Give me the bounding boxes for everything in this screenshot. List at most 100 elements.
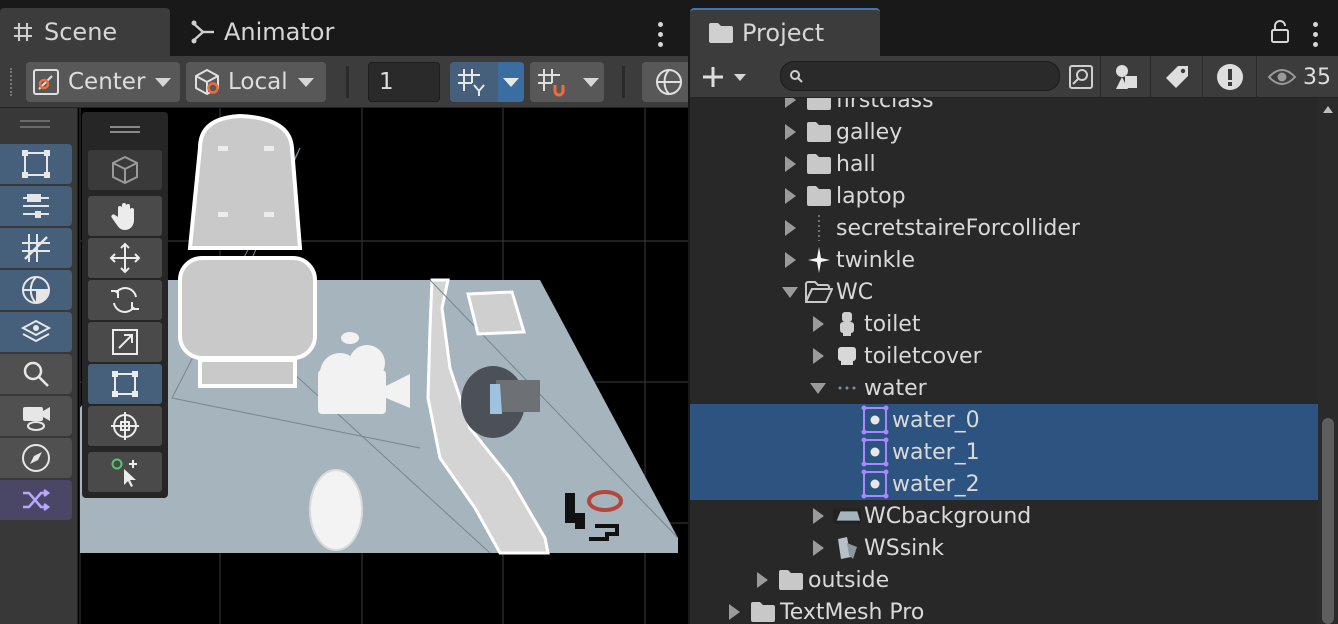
folder-icon xyxy=(805,180,833,212)
search-by-window-button[interactable] xyxy=(1062,56,1100,98)
rect-tool-button[interactable] xyxy=(88,364,162,404)
grid-snap-overlay-button[interactable] xyxy=(0,228,72,268)
chevron-right-icon[interactable] xyxy=(780,148,800,180)
chevron-down-icon[interactable] xyxy=(780,276,800,308)
move-tool-button[interactable] xyxy=(88,238,162,278)
create-asset-button[interactable] xyxy=(700,62,756,92)
transform-tool-button[interactable] xyxy=(88,406,162,446)
grid-snap-dropdown[interactable] xyxy=(498,62,524,102)
chevron-right-icon[interactable] xyxy=(724,596,744,624)
scroll-thumb[interactable] xyxy=(1322,418,1334,624)
tree-row-laptop[interactable]: laptop xyxy=(690,180,1318,212)
increment-snap-icon xyxy=(536,67,568,97)
chevron-right-icon[interactable] xyxy=(808,340,828,372)
tree-row-label: water_0 xyxy=(892,407,980,433)
filter-by-type-button[interactable] xyxy=(1100,56,1150,98)
open-in-search-window-icon xyxy=(1069,65,1093,89)
tree-row-label: secretstaireForcollider xyxy=(836,215,1080,241)
pivot-rotation-label: Local xyxy=(228,69,288,95)
plus-icon xyxy=(703,67,723,87)
chevron-right-icon[interactable] xyxy=(780,244,800,276)
shading-mode-button[interactable] xyxy=(642,62,688,102)
tag-icon xyxy=(1165,66,1188,88)
tree-row-label: firstclass xyxy=(836,98,934,113)
cube-icon xyxy=(112,155,138,185)
tree-row-secretstaireforcollider[interactable]: secretstaireForcollider xyxy=(690,212,1318,244)
tree-row-hall[interactable]: hall xyxy=(690,148,1318,180)
tree-row-toiletcover[interactable]: toiletcover xyxy=(690,340,1318,372)
project-more-menu-icon[interactable] xyxy=(1310,22,1320,47)
tree-row-wssink[interactable]: WSsink xyxy=(690,532,1318,564)
wcbackground-sprite-icon xyxy=(833,500,861,532)
chevron-right-icon[interactable] xyxy=(808,308,828,340)
search-input[interactable] xyxy=(811,64,1051,88)
view-2d-button[interactable] xyxy=(88,150,162,190)
increment-snap-dropdown[interactable] xyxy=(578,62,604,102)
tab-animator[interactable]: Animator xyxy=(188,8,334,56)
hand-tool-button[interactable] xyxy=(88,196,162,236)
search-overlay-button[interactable] xyxy=(0,354,72,394)
chevron-down-icon xyxy=(734,73,746,81)
chevron-right-icon[interactable] xyxy=(780,180,800,212)
grid-snap-button[interactable] xyxy=(450,62,524,102)
tree-row-wcbackground[interactable]: WCbackground xyxy=(690,500,1318,532)
tab-project[interactable]: Project xyxy=(690,8,880,56)
chevron-down-icon[interactable] xyxy=(808,372,828,404)
pivot-rotation-dropdown[interactable]: Local xyxy=(186,62,326,102)
shapes-icon xyxy=(1115,65,1137,89)
scale-icon xyxy=(112,329,138,355)
grid-snap-icon xyxy=(456,67,488,97)
scene-more-menu-icon[interactable] xyxy=(655,22,665,47)
tree-row-water[interactable]: water xyxy=(690,372,1318,404)
sprite-asset-icon xyxy=(861,468,889,500)
orientation-overlay-button[interactable] xyxy=(0,270,72,310)
tree-row-textmesh-pro[interactable]: TextMesh Pro xyxy=(690,596,1318,624)
hidden-packages-button[interactable]: 35 xyxy=(1256,56,1338,98)
chevron-right-icon[interactable] xyxy=(780,212,800,244)
chevron-right-icon[interactable] xyxy=(752,564,772,596)
tree-scrollbar[interactable] xyxy=(1318,98,1338,624)
tree-row-water-1[interactable]: water_1 xyxy=(690,436,1318,468)
tree-row-firstclass[interactable]: firstclass xyxy=(690,98,1318,116)
chevron-right-icon[interactable] xyxy=(780,116,800,148)
grid-snapping-icon xyxy=(22,234,50,262)
layers-overlay-button[interactable] xyxy=(0,312,72,352)
custom-tool-button[interactable] xyxy=(88,452,162,492)
rect-overlay-button[interactable] xyxy=(0,144,72,184)
chevron-right-icon[interactable] xyxy=(808,500,828,532)
console-errors-button[interactable] xyxy=(1202,56,1256,98)
chevron-right-icon[interactable] xyxy=(780,98,800,116)
scene-toolbar: Center Local 1 xyxy=(0,56,688,108)
tree-row-toilet[interactable]: toilet xyxy=(690,308,1318,340)
tree-row-galley[interactable]: galley xyxy=(690,116,1318,148)
scene-tool-column xyxy=(0,108,78,624)
rotate-tool-button[interactable] xyxy=(88,280,162,320)
toolbar-divider xyxy=(346,66,349,98)
toolbar-grip-icon xyxy=(10,68,16,96)
increment-snap-button[interactable] xyxy=(530,62,604,102)
chevron-right-icon[interactable] xyxy=(808,532,828,564)
search-field[interactable] xyxy=(780,61,1060,91)
scale-tool-button[interactable] xyxy=(88,322,162,362)
filter-by-label-button[interactable] xyxy=(1150,56,1202,98)
tree-row-label: water xyxy=(864,375,927,401)
scene-viewport[interactable] xyxy=(0,108,688,624)
tree-row-wc[interactable]: WC xyxy=(690,276,1318,308)
tab-scene[interactable]: Scene xyxy=(0,8,170,56)
tool-settings-button[interactable] xyxy=(0,186,72,226)
navigation-overlay-button[interactable] xyxy=(0,438,72,478)
grid-icon xyxy=(8,20,38,44)
tree-row-twinkle[interactable]: twinkle xyxy=(690,244,1318,276)
scroll-up-arrow-icon[interactable] xyxy=(1323,106,1333,113)
shuffle-overlay-button[interactable] xyxy=(0,480,72,520)
rect-tool-icon xyxy=(22,150,50,178)
pivot-mode-dropdown[interactable]: Center xyxy=(26,62,180,102)
move-icon xyxy=(109,242,141,274)
lock-icon[interactable] xyxy=(1270,20,1290,44)
tree-row-water-0[interactable]: water_0 xyxy=(690,404,1318,436)
tree-row-outside[interactable]: outside xyxy=(690,564,1318,596)
tree-row-water-2[interactable]: water_2 xyxy=(690,468,1318,500)
camera-overlay-button[interactable] xyxy=(0,396,72,436)
warning-icon xyxy=(1216,64,1243,90)
grid-size-input[interactable]: 1 xyxy=(368,62,440,102)
